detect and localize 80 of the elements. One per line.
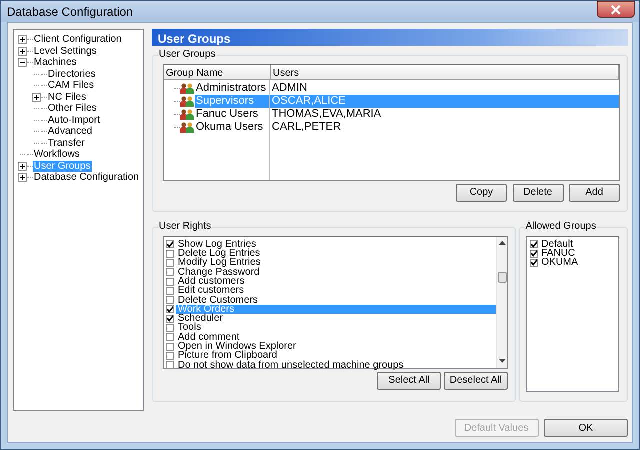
- tree-item[interactable]: CAM Files: [47, 80, 96, 92]
- dialog-button[interactable]: OK: [544, 419, 628, 437]
- action-button[interactable]: Add: [569, 184, 620, 202]
- tree-item[interactable]: Directories: [47, 68, 97, 80]
- tree-item[interactable]: NC Files: [47, 92, 88, 103]
- action-button[interactable]: Deselect All: [444, 372, 508, 390]
- list-item[interactable]: Do not show data from unselected machine groups: [176, 360, 406, 370]
- users-icon: [180, 83, 194, 94]
- tree-item[interactable]: Client Configuration: [33, 34, 123, 46]
- list-item[interactable]: Delete Log Entries: [176, 249, 262, 258]
- checkbox[interactable]: [166, 286, 174, 295]
- tree-item[interactable]: Transfer: [47, 138, 86, 149]
- group-name-cell[interactable]: Fanuc Users: [195, 108, 269, 121]
- users-cell[interactable]: ADMIN: [270, 82, 619, 95]
- frame-title: User Groups: [158, 49, 217, 61]
- checkbox[interactable]: [166, 333, 174, 342]
- checkbox[interactable]: [166, 324, 174, 332]
- frame-title: Allowed Groups: [524, 221, 598, 233]
- tree-item[interactable]: Advanced: [47, 126, 94, 138]
- checkbox[interactable]: [166, 258, 174, 267]
- scrollbar[interactable]: [496, 237, 507, 368]
- users-icon: [180, 122, 194, 133]
- users-cell[interactable]: CARL,PETER: [270, 121, 619, 134]
- checkbox[interactable]: [166, 361, 174, 370]
- window-title: Database Configuration: [7, 4, 134, 20]
- users-icon: [180, 96, 194, 107]
- checkbox[interactable]: [166, 240, 174, 248]
- checkbox[interactable]: [530, 240, 538, 248]
- checkbox[interactable]: [166, 305, 174, 314]
- column-header[interactable]: Group Name: [164, 65, 271, 79]
- tree-item[interactable]: Database Configuration: [33, 172, 140, 184]
- action-button[interactable]: Delete: [512, 184, 564, 202]
- collapse-icon[interactable]: [18, 58, 27, 68]
- list-item[interactable]: Picture from Clipboard: [176, 351, 280, 361]
- expand-icon[interactable]: [18, 46, 27, 56]
- expand-icon[interactable]: [32, 92, 41, 102]
- scroll-thumb[interactable]: [498, 272, 506, 283]
- checkbox[interactable]: [530, 250, 538, 258]
- expand-icon[interactable]: [18, 173, 27, 182]
- checkbox[interactable]: [166, 342, 174, 351]
- list-item[interactable]: Add comment: [176, 332, 242, 342]
- list-item[interactable]: Scheduler: [176, 314, 226, 324]
- checkbox[interactable]: [166, 278, 174, 286]
- list-item[interactable]: OKUMA: [540, 258, 580, 268]
- close-icon: [611, 4, 621, 14]
- frame-title: User Rights: [158, 221, 212, 233]
- users-cell[interactable]: THOMAS,EVA,MARIA: [270, 108, 619, 121]
- section-header: User Groups: [152, 29, 628, 46]
- expand-icon[interactable]: [18, 162, 27, 171]
- list-item[interactable]: Tools: [176, 323, 204, 333]
- list-item[interactable]: Delete Customers: [176, 296, 260, 305]
- column-header[interactable]: Users: [271, 65, 619, 79]
- users-icon: [180, 109, 194, 120]
- list-item[interactable]: Add customers: [176, 276, 247, 286]
- tree-item[interactable]: Level Settings: [33, 46, 98, 57]
- list-item[interactable]: FANUC: [540, 249, 578, 258]
- list-item[interactable]: Open in Windows Explorer: [176, 342, 298, 352]
- scroll-down-icon[interactable]: [498, 359, 506, 364]
- tree-item[interactable]: Machines: [33, 57, 78, 68]
- close-button[interactable]: [597, 1, 635, 18]
- expand-icon[interactable]: [18, 35, 27, 44]
- checkbox[interactable]: [166, 296, 174, 304]
- action-button[interactable]: Select All: [377, 372, 442, 390]
- checkbox[interactable]: [166, 314, 174, 323]
- tree-item[interactable]: Workflows: [33, 149, 81, 160]
- scroll-up-icon[interactable]: [498, 241, 506, 246]
- group-name-cell[interactable]: Administrators: [195, 82, 269, 95]
- list-item[interactable]: Show Log Entries: [176, 240, 258, 250]
- checkbox[interactable]: [166, 352, 174, 360]
- list-item[interactable]: Default: [540, 240, 576, 250]
- tree-item[interactable]: Other Files: [47, 103, 98, 114]
- action-button[interactable]: Copy: [456, 184, 507, 202]
- group-name-cell[interactable]: Okuma Users: [195, 121, 269, 134]
- checkbox[interactable]: [166, 268, 174, 276]
- list-item[interactable]: Modify Log Entries: [176, 258, 263, 268]
- tree-item[interactable]: Auto-Import: [47, 114, 102, 126]
- checkbox[interactable]: [530, 258, 538, 267]
- list-item[interactable]: Change Password: [176, 268, 262, 277]
- checkbox[interactable]: [166, 250, 174, 258]
- list-item[interactable]: Edit customers: [176, 286, 246, 296]
